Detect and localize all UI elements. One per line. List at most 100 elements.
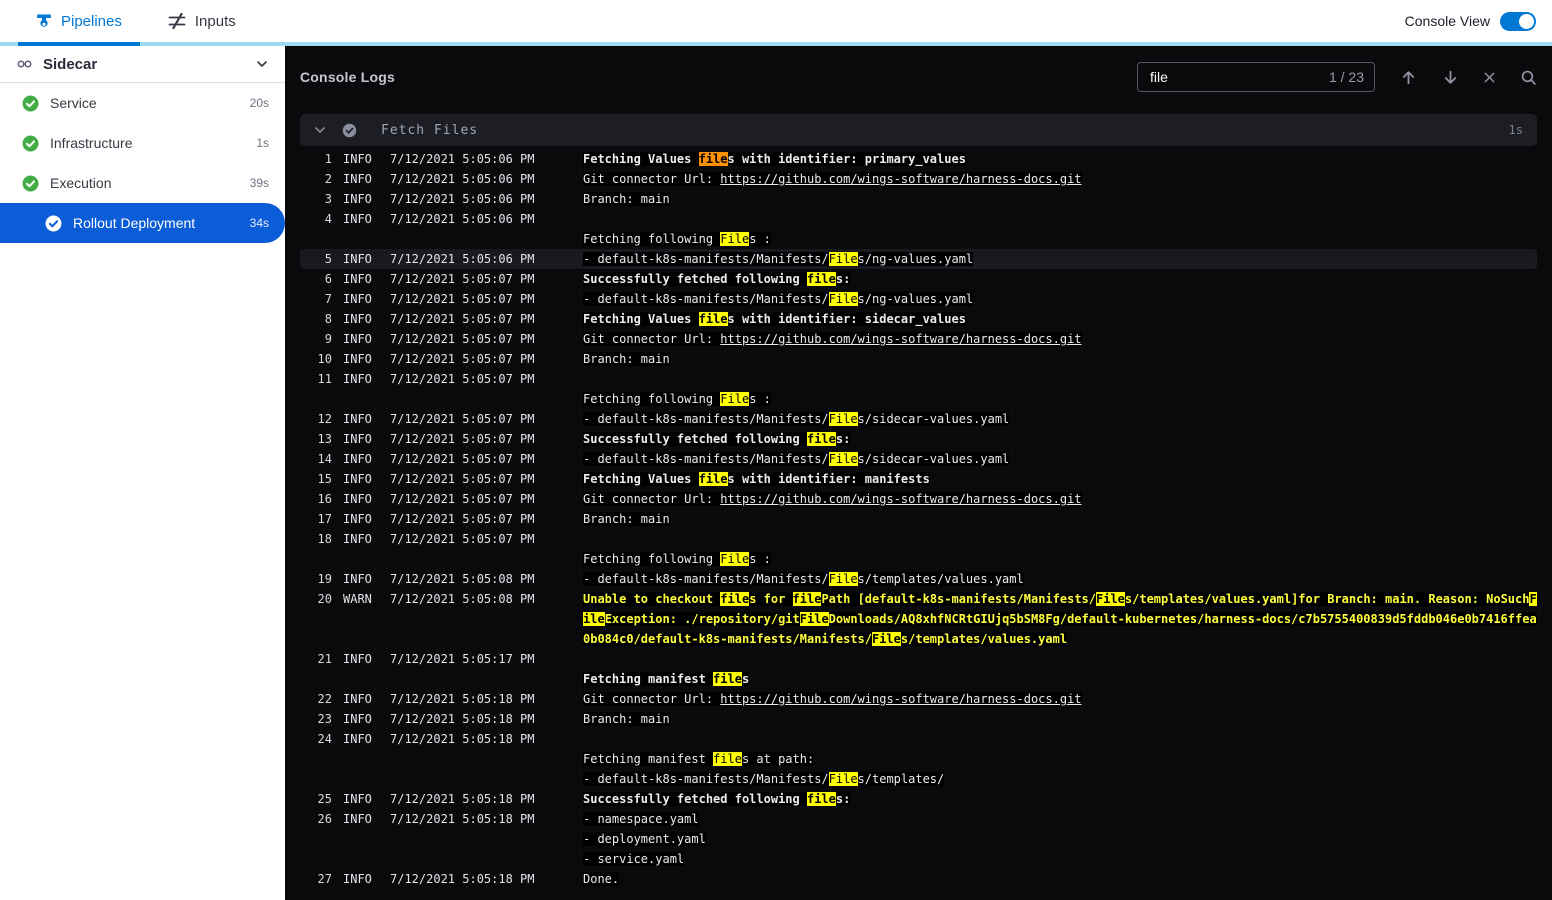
log-line-number: 18 [317, 532, 332, 546]
log-row[interactable]: 11 INFO 7/12/2021 5:05:07 PM [300, 369, 1537, 389]
log-timestamp: 7/12/2021 5:05:07 PM [390, 472, 535, 486]
search-icon[interactable] [1520, 69, 1537, 86]
log-text: s : [749, 552, 771, 566]
log-timestamp: 7/12/2021 5:05:07 PM [390, 292, 535, 306]
log-link[interactable]: https://github.com/wings-software/harnes… [720, 332, 1082, 346]
log-message: Fetching Values files with identifier: s… [583, 309, 1537, 329]
search-input[interactable] [1148, 68, 1278, 86]
log-level: INFO [343, 732, 372, 746]
log-text: s/ng-values.yaml [857, 292, 974, 306]
search-highlight: File [1096, 592, 1125, 606]
clear-search-button[interactable] [1484, 72, 1495, 83]
log-row[interactable]: 22 INFO 7/12/2021 5:05:18 PM Git connector … [300, 689, 1537, 709]
log-row[interactable]: Fetching manifest files [300, 669, 1537, 689]
log-row[interactable]: 15 INFO 7/12/2021 5:05:07 PM Fetching Value… [300, 469, 1537, 489]
log-line-number: 3 [324, 192, 332, 206]
log-line-number: 21 [317, 652, 332, 666]
log-row[interactable]: Fetching following Files : [300, 229, 1537, 249]
top-nav: Pipelines Inputs Console View [0, 0, 1552, 46]
log-level: INFO [343, 792, 372, 806]
log-text: s/sidecar-values.yaml [857, 452, 1010, 466]
log-row[interactable]: - deployment.yaml [300, 829, 1537, 849]
log-row[interactable]: 19 INFO 7/12/2021 5:05:08 PM - default-k8s-… [300, 569, 1537, 589]
log-timestamp: 7/12/2021 5:05:18 PM [390, 732, 535, 746]
log-text: Branch: main [583, 512, 670, 526]
log-row[interactable]: 17 INFO 7/12/2021 5:05:07 PM Branch: main [300, 509, 1537, 529]
log-line-number: 22 [317, 692, 332, 706]
log-row[interactable]: 9 INFO 7/12/2021 5:05:07 PM Git connector U… [300, 329, 1537, 349]
pipeline-header[interactable]: Sidecar [0, 46, 285, 83]
search-highlight: File [828, 252, 858, 266]
log-text: Fetching manifest [583, 672, 714, 686]
log-message: Successfully fetched following files: [583, 429, 1537, 449]
log-level [343, 669, 379, 689]
log-line-number: 10 [317, 352, 332, 366]
log-text: Successfully fetched following [583, 432, 807, 446]
log-row[interactable]: 8 INFO 7/12/2021 5:05:07 PM Fetching Values… [300, 309, 1537, 329]
chevron-down-icon[interactable] [255, 57, 269, 71]
log-row[interactable]: 2 INFO 7/12/2021 5:05:06 PM Git connector U… [300, 169, 1537, 189]
next-match-button[interactable] [1442, 69, 1459, 86]
log-level: INFO [343, 352, 372, 366]
log-row[interactable]: 26 INFO 7/12/2021 5:05:18 PM - namespace.ya… [300, 809, 1537, 829]
log-line-number: 16 [317, 492, 332, 506]
log-row[interactable]: 16 INFO 7/12/2021 5:05:07 PM Git connector … [300, 489, 1537, 509]
search-highlight: file [698, 472, 728, 486]
log-row[interactable]: - default-k8s-manifests/Manifests/Files/… [300, 769, 1537, 789]
log-row[interactable]: 21 INFO 7/12/2021 5:05:17 PM [300, 649, 1537, 669]
console-view-toggle[interactable] [1500, 11, 1536, 31]
log-text: Branch: main [583, 712, 670, 726]
sidebar-item-service[interactable]: Service 20s [0, 83, 285, 123]
prev-match-button[interactable] [1400, 69, 1417, 86]
log-line-number: 11 [317, 372, 332, 386]
log-message: - namespace.yaml [583, 809, 1537, 829]
sidebar-item-rollout-deployment[interactable]: Rollout Deployment 34s [0, 203, 285, 243]
log-row[interactable]: 4 INFO 7/12/2021 5:05:06 PM [300, 209, 1537, 229]
log-row[interactable]: 3 INFO 7/12/2021 5:05:06 PM Branch: main [300, 189, 1537, 209]
sidebar-item-label: Service [50, 95, 97, 111]
log-row[interactable]: 27 INFO 7/12/2021 5:05:18 PM Done. [300, 869, 1537, 889]
log-timestamp: 7/12/2021 5:05:06 PM [390, 172, 535, 186]
log-text: s : [749, 392, 771, 406]
sidebar-item-infrastructure[interactable]: Infrastructure 1s [0, 123, 285, 163]
chevron-down-icon[interactable] [314, 124, 326, 136]
log-message: - service.yaml [583, 849, 1537, 869]
log-row[interactable]: 7 INFO 7/12/2021 5:05:07 PM - default-k8s-m… [300, 289, 1537, 309]
log-row[interactable]: Fetching following Files : [300, 549, 1537, 569]
sidebar-item-execution[interactable]: Execution 39s [0, 163, 285, 203]
log-row[interactable]: 10 INFO 7/12/2021 5:05:07 PM Branch: main [300, 349, 1537, 369]
log-row[interactable]: Fetching following Files : [300, 389, 1537, 409]
search-highlight: File [828, 572, 858, 586]
log-row[interactable]: 24 INFO 7/12/2021 5:05:18 PM [300, 729, 1537, 749]
log-line-number: 1 [324, 152, 332, 166]
log-text: Done. [583, 872, 620, 886]
log-line-number: 20 [317, 592, 332, 606]
log-row[interactable]: 1 INFO 7/12/2021 5:05:06 PM Fetching Values… [300, 149, 1537, 169]
log-row[interactable]: 23 INFO 7/12/2021 5:05:18 PM Branch: main [300, 709, 1537, 729]
log-row[interactable]: 18 INFO 7/12/2021 5:05:07 PM [300, 529, 1537, 549]
log-message: Fetching manifest files [583, 669, 1537, 689]
log-section-header[interactable]: Fetch Files 1s [300, 114, 1537, 146]
search-box[interactable]: 1 / 23 [1137, 62, 1375, 92]
log-timestamp: 7/12/2021 5:05:08 PM [390, 572, 535, 586]
log-link[interactable]: https://github.com/wings-software/harnes… [720, 492, 1082, 506]
log-row[interactable]: 12 INFO 7/12/2021 5:05:07 PM - default-k8s-… [300, 409, 1537, 429]
log-row[interactable]: 13 INFO 7/12/2021 5:05:07 PM Successfully f… [300, 429, 1537, 449]
log-row[interactable]: 20 WARN 7/12/2021 5:05:08 PM Unable to chec… [300, 589, 1537, 649]
log-link[interactable]: https://github.com/wings-software/harnes… [720, 172, 1082, 186]
log-row[interactable]: 5 INFO 7/12/2021 5:05:06 PM - default-k8s-m… [300, 249, 1537, 269]
log-message: Successfully fetched following files: [583, 789, 1537, 809]
log-text: Successfully fetched following [583, 272, 807, 286]
log-line-number: 6 [324, 272, 332, 286]
log-level [343, 549, 379, 569]
tab-inputs[interactable]: Inputs [150, 0, 254, 42]
log-row[interactable]: - service.yaml [300, 849, 1537, 869]
log-link[interactable]: https://github.com/wings-software/harnes… [720, 692, 1082, 706]
link-icon [17, 60, 32, 68]
log-row[interactable]: 14 INFO 7/12/2021 5:05:07 PM - default-k8s-… [300, 449, 1537, 469]
log-row[interactable]: 25 INFO 7/12/2021 5:05:18 PM Successfully f… [300, 789, 1537, 809]
log-row[interactable]: Fetching manifest files at path: [300, 749, 1537, 769]
status-success-icon [22, 135, 39, 152]
tab-pipelines[interactable]: Pipelines [18, 0, 140, 46]
log-row[interactable]: 6 INFO 7/12/2021 5:05:07 PM Successfully fe… [300, 269, 1537, 289]
